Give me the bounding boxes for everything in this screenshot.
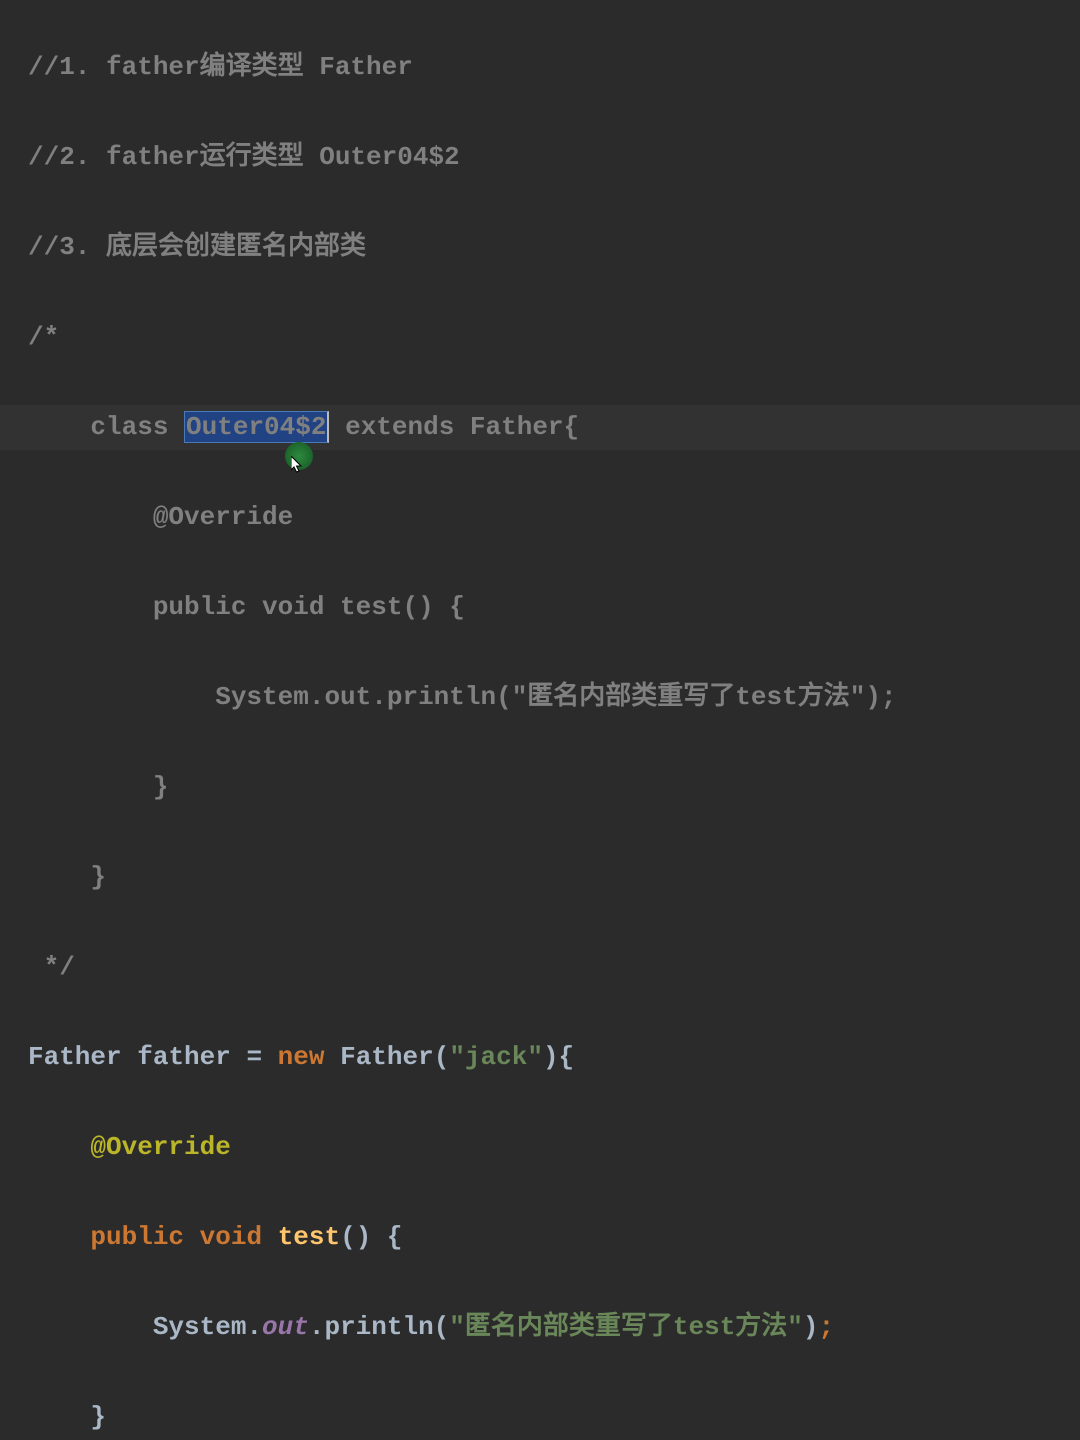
keyword: void bbox=[200, 1222, 262, 1252]
code-line-highlighted[interactable]: class Outer04$2 extends Father{ bbox=[0, 405, 1080, 450]
variable-name: father bbox=[137, 1042, 231, 1072]
comment-text: //2. father运行类型 Outer04$2 bbox=[28, 142, 460, 172]
code-line[interactable]: */ bbox=[0, 945, 1080, 990]
semicolon: ; bbox=[819, 1312, 835, 1342]
code-line[interactable]: } bbox=[0, 765, 1080, 810]
annotation: @Override bbox=[90, 1132, 230, 1162]
method-name: test bbox=[278, 1222, 340, 1252]
comment-text: @Override bbox=[28, 502, 293, 532]
code-line[interactable]: //3. 底层会创建匿名内部类 bbox=[0, 225, 1080, 270]
code-line[interactable]: //2. father运行类型 Outer04$2 bbox=[0, 135, 1080, 180]
code-text: ){ bbox=[543, 1042, 574, 1072]
code-text: () { bbox=[340, 1222, 402, 1252]
string-literal: "匿名内部类重写了test方法" bbox=[449, 1312, 803, 1342]
comment-text: System.out.println( bbox=[28, 682, 512, 712]
comment-text: */ bbox=[28, 952, 75, 982]
code-text bbox=[184, 1222, 200, 1252]
code-line[interactable]: Father father = new Father("jack"){ bbox=[0, 1035, 1080, 1080]
code-text: .println( bbox=[309, 1312, 449, 1342]
code-line[interactable]: System.out.println("匿名内部类重写了test方法"); bbox=[0, 1305, 1080, 1350]
comment-text: //1. father编译类型 Father bbox=[28, 52, 413, 82]
type-name: Father bbox=[28, 1042, 122, 1072]
keyword: new bbox=[278, 1042, 325, 1072]
comment-text bbox=[28, 412, 90, 442]
comment-text: "匿名内部类重写了test方法" bbox=[512, 682, 866, 712]
comment-text: } bbox=[28, 862, 106, 892]
code-text bbox=[262, 1222, 278, 1252]
code-line[interactable]: public void test() { bbox=[0, 585, 1080, 630]
type-name: Father bbox=[340, 1042, 434, 1072]
code-text bbox=[28, 1312, 153, 1342]
code-text bbox=[28, 1402, 90, 1432]
keyword: public bbox=[90, 1222, 184, 1252]
static-field: out bbox=[262, 1312, 309, 1342]
code-text bbox=[28, 1132, 90, 1162]
selected-text: Outer04$2 bbox=[184, 411, 329, 443]
string-literal: "jack" bbox=[449, 1042, 543, 1072]
code-text: ( bbox=[434, 1042, 450, 1072]
code-text: } bbox=[90, 1402, 106, 1432]
mouse-pointer-icon bbox=[291, 448, 305, 493]
code-text: = bbox=[231, 1042, 278, 1072]
code-text bbox=[324, 1042, 340, 1072]
comment-text: extends Father{ bbox=[329, 412, 579, 442]
code-line[interactable]: /* bbox=[0, 315, 1080, 360]
code-line[interactable]: @Override bbox=[0, 1125, 1080, 1170]
code-editor[interactable]: //1. father编译类型 Father //2. father运行类型 O… bbox=[0, 0, 1080, 1440]
code-line[interactable]: public void test() { bbox=[0, 1215, 1080, 1260]
comment-text: //3. 底层会创建匿名内部类 bbox=[28, 232, 366, 262]
comment-text: public void test() { bbox=[28, 592, 465, 622]
code-text: ) bbox=[803, 1312, 819, 1342]
comment-text: } bbox=[28, 772, 168, 802]
code-line[interactable]: } bbox=[0, 855, 1080, 900]
comment-text: ); bbox=[865, 682, 896, 712]
comment-text: /* bbox=[28, 322, 59, 352]
code-line[interactable]: } bbox=[0, 1395, 1080, 1440]
code-text: System. bbox=[153, 1312, 262, 1342]
code-text bbox=[122, 1042, 138, 1072]
code-line[interactable]: System.out.println("匿名内部类重写了test方法"); bbox=[0, 675, 1080, 720]
comment-text: class bbox=[90, 412, 184, 442]
code-line[interactable]: @Override bbox=[0, 495, 1080, 540]
code-line[interactable]: //1. father编译类型 Father bbox=[0, 45, 1080, 90]
code-text bbox=[28, 1222, 90, 1252]
